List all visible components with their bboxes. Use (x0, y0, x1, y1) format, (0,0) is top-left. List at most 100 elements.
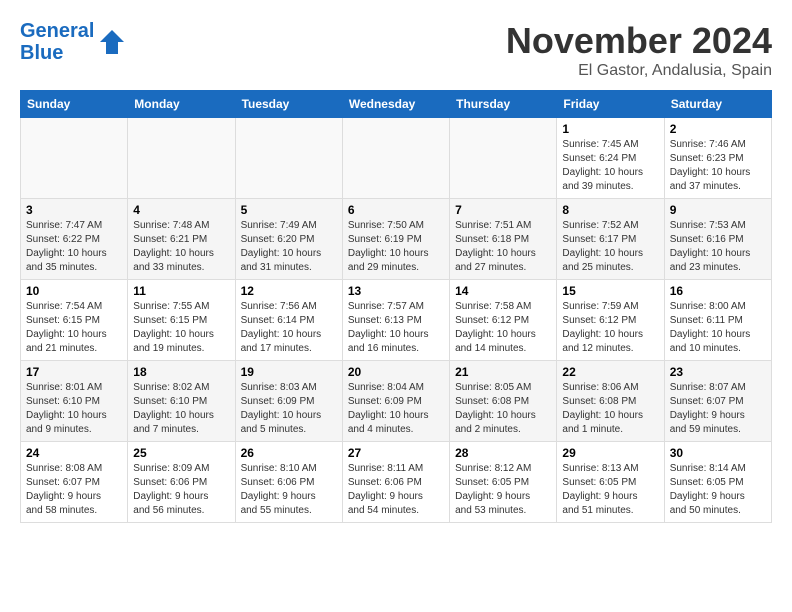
day-number: 14 (455, 284, 551, 298)
day-number: 8 (562, 203, 658, 217)
day-number: 30 (670, 446, 766, 460)
day-info: Sunrise: 7:47 AM Sunset: 6:22 PM Dayligh… (26, 219, 122, 275)
calendar-cell: 3Sunrise: 7:47 AM Sunset: 6:22 PM Daylig… (21, 199, 128, 280)
day-number: 2 (670, 122, 766, 136)
day-number: 1 (562, 122, 658, 136)
calendar-cell: 28 Sunrise: 8:12 AM Sunset: 6:05 PM Dayli… (450, 442, 557, 523)
day-info: Sunrise: 8:00 AM Sunset: 6:11 PM Dayligh… (670, 300, 766, 356)
day-info: Sunrise: 7:57 AM Sunset: 6:13 PM Dayligh… (348, 300, 444, 356)
day-info: Sunrise: 8:03 AM Sunset: 6:09 PM Dayligh… (241, 381, 337, 437)
day-info: Sunrise: 7:45 AM Sunset: 6:24 PM Dayligh… (562, 138, 658, 194)
calendar-cell: 24 Sunrise: 8:08 AM Sunset: 6:07 PM Dayli… (21, 442, 128, 523)
day-number: 28 (455, 446, 551, 460)
day-number: 22 (562, 365, 658, 379)
day-info: Sunrise: 8:02 AM Sunset: 6:10 PM Dayligh… (133, 381, 229, 437)
calendar-cell: 27 Sunrise: 8:11 AM Sunset: 6:06 PM Dayli… (342, 442, 449, 523)
day-info: Sunrise: 7:48 AM Sunset: 6:21 PM Dayligh… (133, 219, 229, 275)
day-number: 19 (241, 365, 337, 379)
day-info: Sunrise: 7:53 AM Sunset: 6:16 PM Dayligh… (670, 219, 766, 275)
calendar-cell: 5 Sunrise: 7:49 AM Sunset: 6:20 PM Daylig… (235, 199, 342, 280)
day-info: Sunrise: 7:50 AM Sunset: 6:19 PM Dayligh… (348, 219, 444, 275)
calendar-cell: 13Sunrise: 7:57 AM Sunset: 6:13 PM Dayli… (342, 280, 449, 361)
day-info: Sunrise: 7:56 AM Sunset: 6:14 PM Dayligh… (241, 300, 337, 356)
calendar-cell: 17 Sunrise: 8:01 AM Sunset: 6:10 PM Dayli… (21, 361, 128, 442)
calendar-cell: 20 Sunrise: 8:04 AM Sunset: 6:09 PM Dayli… (342, 361, 449, 442)
day-number: 10 (26, 284, 122, 298)
title-area: November 2024 El Gastor, Andalusia, Spai… (506, 20, 772, 80)
calendar-cell: 4Sunrise: 7:48 AM Sunset: 6:21 PM Daylig… (128, 199, 235, 280)
calendar-cell: 7Sunrise: 7:51 AM Sunset: 6:18 PM Daylig… (450, 199, 557, 280)
day-number: 27 (348, 446, 444, 460)
day-info: Sunrise: 7:49 AM Sunset: 6:20 PM Dayligh… (241, 219, 337, 275)
day-info: Sunrise: 8:06 AM Sunset: 6:08 PM Dayligh… (562, 381, 658, 437)
day-number: 7 (455, 203, 551, 217)
week-row-2: 3Sunrise: 7:47 AM Sunset: 6:22 PM Daylig… (21, 199, 772, 280)
calendar-subtitle: El Gastor, Andalusia, Spain (506, 62, 772, 80)
day-info: Sunrise: 8:12 AM Sunset: 6:05 PM Dayligh… (455, 462, 551, 518)
calendar-cell (342, 118, 449, 199)
day-info: Sunrise: 8:01 AM Sunset: 6:10 PM Dayligh… (26, 381, 122, 437)
day-info: Sunrise: 8:08 AM Sunset: 6:07 PM Dayligh… (26, 462, 122, 518)
day-number: 16 (670, 284, 766, 298)
calendar-title: November 2024 (506, 20, 772, 62)
day-info: Sunrise: 7:46 AM Sunset: 6:23 PM Dayligh… (670, 138, 766, 194)
col-thursday: Thursday (450, 91, 557, 118)
calendar-cell: 29Sunrise: 8:13 AM Sunset: 6:05 PM Dayli… (557, 442, 664, 523)
calendar-cell: 19 Sunrise: 8:03 AM Sunset: 6:09 PM Dayli… (235, 361, 342, 442)
col-tuesday: Tuesday (235, 91, 342, 118)
calendar-cell: 16 Sunrise: 8:00 AM Sunset: 6:11 PM Dayli… (664, 280, 771, 361)
calendar-cell: 2 Sunrise: 7:46 AM Sunset: 6:23 PM Daylig… (664, 118, 771, 199)
day-number: 29 (562, 446, 658, 460)
day-number: 15 (562, 284, 658, 298)
week-row-3: 10 Sunrise: 7:54 AM Sunset: 6:15 PM Dayli… (21, 280, 772, 361)
calendar-cell (450, 118, 557, 199)
col-wednesday: Wednesday (342, 91, 449, 118)
day-number: 12 (241, 284, 337, 298)
day-number: 20 (348, 365, 444, 379)
day-number: 26 (241, 446, 337, 460)
day-number: 11 (133, 284, 229, 298)
col-friday: Friday (557, 91, 664, 118)
logo-text: GeneralBlue (20, 20, 94, 64)
logo: GeneralBlue (20, 20, 126, 64)
calendar-cell: 9Sunrise: 7:53 AM Sunset: 6:16 PM Daylig… (664, 199, 771, 280)
calendar-cell: 6Sunrise: 7:50 AM Sunset: 6:19 PM Daylig… (342, 199, 449, 280)
day-info: Sunrise: 8:09 AM Sunset: 6:06 PM Dayligh… (133, 462, 229, 518)
week-row-5: 24 Sunrise: 8:08 AM Sunset: 6:07 PM Dayli… (21, 442, 772, 523)
calendar-cell: 30Sunrise: 8:14 AM Sunset: 6:05 PM Dayli… (664, 442, 771, 523)
day-number: 18 (133, 365, 229, 379)
day-info: Sunrise: 7:59 AM Sunset: 6:12 PM Dayligh… (562, 300, 658, 356)
day-number: 21 (455, 365, 551, 379)
calendar-cell: 22 Sunrise: 8:06 AM Sunset: 6:08 PM Dayli… (557, 361, 664, 442)
day-number: 24 (26, 446, 122, 460)
day-info: Sunrise: 7:55 AM Sunset: 6:15 PM Dayligh… (133, 300, 229, 356)
calendar-cell (128, 118, 235, 199)
day-info: Sunrise: 7:58 AM Sunset: 6:12 PM Dayligh… (455, 300, 551, 356)
day-number: 17 (26, 365, 122, 379)
day-info: Sunrise: 8:11 AM Sunset: 6:06 PM Dayligh… (348, 462, 444, 518)
day-info: Sunrise: 7:54 AM Sunset: 6:15 PM Dayligh… (26, 300, 122, 356)
day-info: Sunrise: 7:52 AM Sunset: 6:17 PM Dayligh… (562, 219, 658, 275)
logo-image: GeneralBlue (20, 20, 126, 64)
col-sunday: Sunday (21, 91, 128, 118)
day-info: Sunrise: 8:04 AM Sunset: 6:09 PM Dayligh… (348, 381, 444, 437)
col-saturday: Saturday (664, 91, 771, 118)
calendar-cell: 8 Sunrise: 7:52 AM Sunset: 6:17 PM Daylig… (557, 199, 664, 280)
calendar-cell: 18 Sunrise: 8:02 AM Sunset: 6:10 PM Dayli… (128, 361, 235, 442)
calendar-cell: 11 Sunrise: 7:55 AM Sunset: 6:15 PM Dayli… (128, 280, 235, 361)
week-row-1: 1 Sunrise: 7:45 AM Sunset: 6:24 PM Daylig… (21, 118, 772, 199)
calendar-cell: 21Sunrise: 8:05 AM Sunset: 6:08 PM Dayli… (450, 361, 557, 442)
weekday-header-row: Sunday Monday Tuesday Wednesday Thursday… (21, 91, 772, 118)
calendar-cell (21, 118, 128, 199)
logo-icon (98, 28, 126, 56)
day-info: Sunrise: 8:07 AM Sunset: 6:07 PM Dayligh… (670, 381, 766, 437)
calendar-cell: 10 Sunrise: 7:54 AM Sunset: 6:15 PM Dayli… (21, 280, 128, 361)
day-info: Sunrise: 8:10 AM Sunset: 6:06 PM Dayligh… (241, 462, 337, 518)
calendar-cell: 25 Sunrise: 8:09 AM Sunset: 6:06 PM Dayli… (128, 442, 235, 523)
calendar-cell: 15 Sunrise: 7:59 AM Sunset: 6:12 PM Dayli… (557, 280, 664, 361)
day-number: 5 (241, 203, 337, 217)
calendar-table: Sunday Monday Tuesday Wednesday Thursday… (20, 90, 772, 523)
calendar-cell: 26 Sunrise: 8:10 AM Sunset: 6:06 PM Dayli… (235, 442, 342, 523)
day-number: 25 (133, 446, 229, 460)
week-row-4: 17 Sunrise: 8:01 AM Sunset: 6:10 PM Dayli… (21, 361, 772, 442)
